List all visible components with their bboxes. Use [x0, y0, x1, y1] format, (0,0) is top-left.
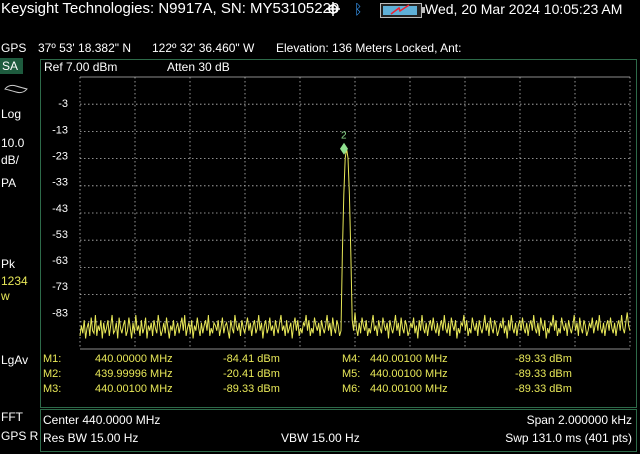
fft-label: FFT	[1, 410, 23, 424]
average-label[interactable]: LgAv	[1, 353, 28, 367]
marker-freq: 440.00100 MHz	[370, 353, 448, 365]
marker-freq: 439.99996 MHz	[95, 368, 173, 380]
marker-name: M2:	[43, 368, 62, 380]
marker-freq: 440.00100 MHz	[95, 383, 173, 395]
y-tick-label: -83	[52, 307, 68, 319]
scale-type-label[interactable]: Log	[1, 107, 21, 121]
y-tick-label: -53	[52, 229, 68, 241]
gps-latitude: 37º 53' 18.382" N	[38, 41, 131, 55]
resolution-bandwidth[interactable]: Res BW 15.00 Hz	[43, 431, 138, 445]
marker-name: M4:	[342, 353, 361, 365]
marker-name: M1:	[43, 353, 62, 365]
y-tick-label: -13	[52, 124, 68, 136]
settings-footer: Center 440.0000 MHz Span 2.000000 kHz Re…	[40, 409, 637, 452]
y-tick-label: -23	[52, 150, 68, 162]
scale-value-label[interactable]: 10.0	[1, 136, 24, 150]
attenuation-label: Atten 30 dB	[167, 60, 230, 74]
gps-r-label: GPS R	[1, 429, 39, 443]
marker-level: -89.33 dBm	[515, 353, 572, 365]
y-tick-label: -73	[52, 281, 68, 293]
gps-longitude: 122º 32' 36.460" W	[152, 41, 255, 55]
marker-level: -89.33 dBm	[515, 383, 572, 395]
span-frequency[interactable]: Span 2.000000 kHz	[527, 413, 632, 427]
gps-elevation-status: Elevation: 136 Meters Locked, Ant:	[276, 41, 462, 55]
video-bandwidth[interactable]: VBW 15.00 Hz	[281, 431, 360, 445]
bluetooth-icon: ᛒ	[354, 1, 363, 17]
marker-level: -20.41 dBm	[223, 368, 280, 380]
peak-marker-label: 2	[341, 131, 347, 142]
sweep-time[interactable]: Swp 131.0 ms (401 pts)	[505, 431, 632, 445]
center-frequency[interactable]: Center 440.0000 MHz	[43, 413, 160, 427]
sweep-icon	[4, 84, 28, 94]
y-tick-label: -63	[52, 255, 68, 267]
mode-sa-button[interactable]: SA	[0, 58, 23, 74]
gps-label: GPS	[1, 41, 27, 55]
marker-name: M3:	[43, 383, 62, 395]
marker-name: M5:	[342, 368, 361, 380]
date-time: Wed, 20 Mar 2024 10:05:23 AM	[425, 1, 623, 17]
marker-name: M6:	[342, 383, 361, 395]
trace-numbers[interactable]: 1234	[1, 274, 28, 288]
marker-freq: 440.00100 MHz	[370, 383, 448, 395]
marker-table: M1: 440.00000 MHz -84.41 dBm M2: 439.99996 M…	[40, 350, 632, 398]
y-axis-ticks: -3 -13 -23 -33 -43 -53 -63 -73 -83	[52, 98, 68, 319]
marker-freq: 440.00000 MHz	[95, 353, 173, 365]
scale-unit-label: dB/	[1, 153, 20, 167]
trace-mode-label: w	[1, 289, 10, 303]
detector-label[interactable]: PA	[1, 176, 16, 190]
y-tick-label: -43	[52, 203, 68, 215]
gps-crosshair-icon	[326, 2, 340, 16]
marker-level: -84.41 dBm	[223, 353, 280, 365]
trace-label[interactable]: Pk	[1, 257, 15, 271]
marker-freq: 440.00100 MHz	[370, 368, 448, 380]
battery-icon	[380, 3, 425, 18]
y-tick-label: -3	[58, 98, 68, 110]
marker-level: -89.33 dBm	[515, 368, 572, 380]
ref-level-label: Ref 7.00 dBm	[44, 60, 117, 74]
y-tick-label: -33	[52, 177, 68, 189]
graph-grid	[79, 76, 631, 350]
window-title: Keysight Technologies: N9917A, SN: MY531…	[1, 0, 340, 17]
marker-level: -89.33 dBm	[223, 383, 280, 395]
